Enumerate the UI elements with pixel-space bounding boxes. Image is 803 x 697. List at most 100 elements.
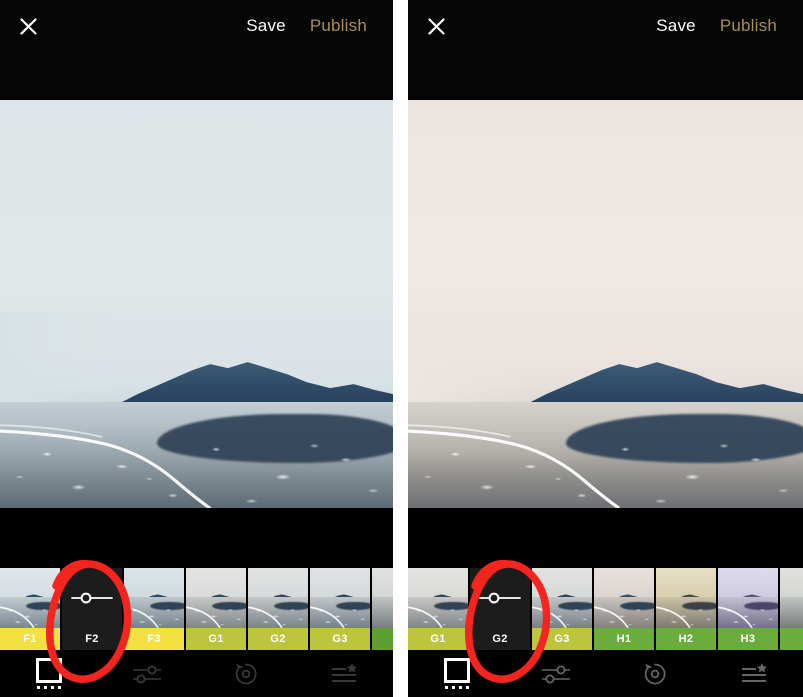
dot — [459, 686, 463, 689]
filter-thumb-g2-selected[interactable]: G2 — [470, 568, 530, 650]
filter-thumb-label: H1 — [594, 628, 654, 650]
filter-thumb-preview — [594, 568, 654, 628]
dot — [37, 686, 41, 689]
filter-thumb-g1[interactable]: G1 — [408, 568, 468, 650]
filter-thumb-h3[interactable]: H3 — [718, 568, 778, 650]
filter-thumb-h1[interactable]: H1 — [594, 568, 654, 650]
filter-intensity-slider[interactable] — [470, 568, 530, 628]
filter-thumb-preview — [124, 568, 184, 628]
filter-thumb-label: G2 — [492, 633, 508, 645]
filter-thumb-label: F2 — [85, 633, 99, 645]
editor-panel-right: Save Publish G1 G2 G3 H1 H2 H3 — [408, 0, 803, 697]
filter-thumb-g1[interactable]: G1 — [186, 568, 246, 650]
dot — [44, 686, 48, 689]
filter-thumb-label: G2 — [248, 628, 308, 650]
bottom-toolbar — [408, 650, 803, 697]
filter-thumb-g3[interactable]: G3 — [310, 568, 370, 650]
filter-thumb-label — [372, 628, 393, 650]
thumb-surf — [408, 599, 468, 628]
thumb-ground — [372, 596, 393, 628]
undo-revert-icon — [233, 661, 259, 687]
adjust-sliders-icon — [540, 663, 572, 685]
photo-image-cool — [0, 100, 393, 508]
filter-thumb-f2-selected[interactable]: F2 — [62, 568, 122, 650]
panel-separator — [393, 0, 408, 697]
thumb-sky — [780, 568, 803, 597]
thumb-sky — [372, 568, 393, 597]
filter-thumb-preview — [186, 568, 246, 628]
photo-preview[interactable] — [0, 100, 393, 508]
filter-thumb-preview — [372, 568, 393, 628]
page-indicator-dots — [445, 686, 470, 689]
dot — [452, 686, 456, 689]
filter-thumb-label: G3 — [310, 628, 370, 650]
publish-button[interactable]: Publish — [298, 8, 379, 44]
tool-presets[interactable] — [295, 650, 393, 697]
close-button[interactable] — [6, 8, 50, 44]
filter-thumb-label: F1 — [0, 628, 60, 650]
tool-filters[interactable] — [0, 650, 98, 697]
photo-surf-line — [0, 386, 393, 508]
thumb-surf — [310, 599, 370, 628]
top-bar: Save Publish — [0, 0, 393, 100]
filter-thumb-label: G3 — [532, 628, 592, 650]
adjust-sliders-icon — [131, 663, 163, 685]
filter-thumb-h2[interactable]: H2 — [656, 568, 716, 650]
save-button[interactable]: Save — [644, 8, 708, 44]
filter-thumb-label — [780, 628, 803, 650]
filter-filmstrip[interactable]: F1 F2 F3 G1 G2 G3 — [0, 568, 393, 650]
dot — [51, 686, 55, 689]
save-button[interactable]: Save — [234, 8, 298, 44]
filter-thumb-f3[interactable]: F3 — [124, 568, 184, 650]
thumb-surf — [718, 599, 778, 628]
filter-thumb-preview — [718, 568, 778, 628]
presets-star-icon — [739, 662, 769, 686]
filter-thumb-preview — [248, 568, 308, 628]
thumb-surf — [656, 599, 716, 628]
editor-panel-left: Save Publish F1 F2 F3 G1 G2 G3 — [0, 0, 393, 697]
filter-filmstrip[interactable]: G1 G2 G3 H1 H2 H3 — [408, 568, 803, 650]
presets-star-icon — [329, 662, 359, 686]
filter-thumb-preview — [532, 568, 592, 628]
filter-thumb-preview — [780, 568, 803, 628]
tool-undo-history[interactable] — [197, 650, 295, 697]
filter-frame-icon — [36, 658, 63, 683]
thumb-surf — [594, 599, 654, 628]
close-x-icon — [19, 17, 38, 36]
thumb-ground — [780, 596, 803, 628]
top-bar: Save Publish — [408, 0, 803, 100]
tool-adjust[interactable] — [507, 650, 606, 697]
filter-thumb-preview — [656, 568, 716, 628]
dot — [445, 686, 449, 689]
dot — [58, 686, 62, 689]
filter-frame-icon — [444, 658, 471, 683]
filter-thumb-next-partial[interactable] — [780, 568, 803, 650]
filter-thumb-preview — [0, 568, 60, 628]
thumb-surf — [0, 599, 60, 628]
filter-thumb-f1[interactable]: F1 — [0, 568, 60, 650]
thumb-surf — [186, 599, 246, 628]
photo-image-warm — [408, 100, 803, 508]
filter-thumb-label: G1 — [186, 628, 246, 650]
filter-thumb-next-partial[interactable] — [372, 568, 393, 650]
filter-thumb-label: H3 — [718, 628, 778, 650]
close-x-icon — [427, 17, 446, 36]
screenshot-root: Save Publish F1 F2 F3 G1 G2 G3 Save Publ… — [0, 0, 803, 697]
filter-thumb-label: G1 — [408, 628, 468, 650]
publish-button[interactable]: Publish — [708, 8, 789, 44]
filter-thumb-g2[interactable]: G2 — [248, 568, 308, 650]
tool-adjust[interactable] — [98, 650, 196, 697]
dot — [466, 686, 470, 689]
photo-preview[interactable] — [408, 100, 803, 508]
close-button[interactable] — [414, 8, 458, 44]
photo-surf-line — [408, 386, 803, 508]
thumb-surf — [532, 599, 592, 628]
tool-undo-history[interactable] — [606, 650, 705, 697]
tool-presets[interactable] — [704, 650, 803, 697]
filter-thumb-g3[interactable]: G3 — [532, 568, 592, 650]
thumb-surf — [124, 599, 184, 628]
tool-filters[interactable] — [408, 650, 507, 697]
filter-intensity-slider[interactable] — [62, 568, 122, 628]
filter-thumb-preview — [408, 568, 468, 628]
thumb-surf — [248, 599, 308, 628]
